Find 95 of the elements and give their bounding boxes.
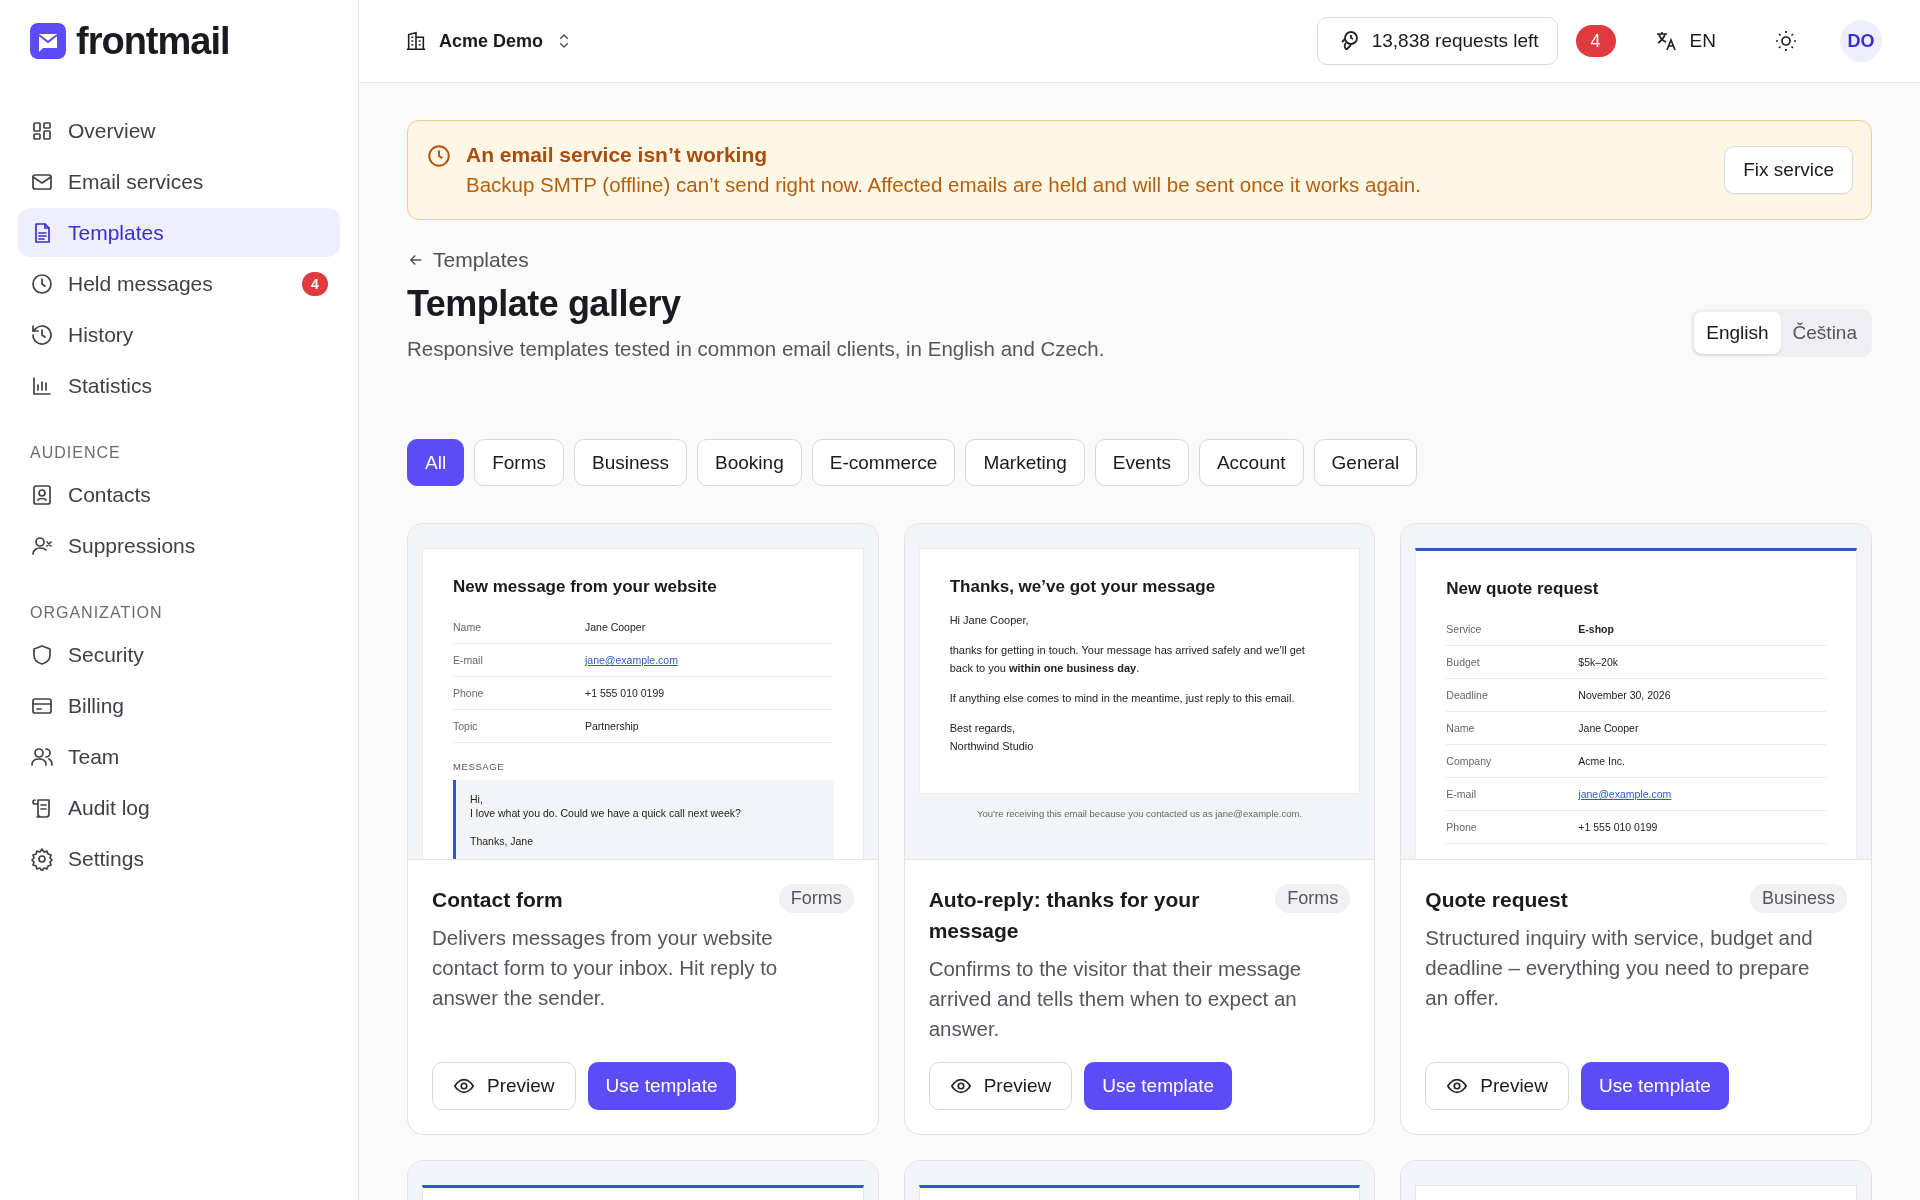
email-link[interactable]: jane@example.com: [1578, 788, 1672, 800]
sidebar-item[interactable]: Settings: [18, 834, 340, 883]
page-title: Template gallery: [407, 283, 682, 325]
nav-icon: [30, 482, 54, 507]
alert-message: Backup SMTP (offline) can’t send right now. Affected emails are held and will be sent once it works again.: [466, 173, 1422, 197]
filter-chip[interactable]: Booking: [697, 439, 802, 486]
email-paragraph: If anything else comes to mind in the meantime, just reply to this email.: [949, 691, 1296, 706]
field-label: Budget: [1446, 656, 1481, 668]
field-label: Phone: [1446, 821, 1478, 833]
field-value: +1 555 010 0199: [1578, 821, 1658, 833]
use-template-button[interactable]: Use template: [1084, 1062, 1233, 1110]
nav-icon: [30, 846, 54, 871]
field-label: Topic: [453, 720, 479, 732]
nav-icon: [30, 322, 54, 347]
filter-chip[interactable]: E-commerce: [811, 439, 956, 486]
field-label: Company: [1446, 755, 1493, 767]
sidebar-item[interactable]: Team: [18, 732, 340, 781]
logo-icon: [30, 23, 66, 59]
category-tag: Business: [1749, 884, 1847, 913]
count-badge: 4: [302, 271, 328, 296]
building-icon: [405, 30, 427, 52]
message-line: Hi, I love what you do. Could we have a quick call next week?: [470, 793, 741, 819]
alert-title: An email service isn’t working: [466, 143, 769, 167]
field-label: Service: [1446, 623, 1483, 635]
nav-icon: [30, 642, 54, 667]
sidebar-item[interactable]: Email services: [18, 157, 340, 206]
field-value: Acme Inc.: [1578, 755, 1625, 767]
sidebar-item[interactable]: Suppressions: [18, 521, 340, 570]
user-avatar[interactable]: DO: [1840, 20, 1882, 62]
field-label: Name: [1446, 722, 1476, 734]
field-value: Partnership: [585, 720, 639, 732]
sidebar-item[interactable]: Contacts: [18, 470, 340, 519]
email-paragraph: Best regards, Northwind Studio: [949, 721, 1035, 754]
field-value: $5k–20k: [1578, 656, 1619, 668]
email-heading: New quote request: [1446, 579, 1600, 599]
field-value: November 30, 2026: [1578, 689, 1671, 701]
sidebar-item[interactable]: Templates: [18, 208, 340, 257]
message-label: MESSAGE: [453, 761, 506, 772]
category-tag: Forms: [1275, 884, 1351, 913]
language-option[interactable]: Čeština: [1780, 312, 1869, 354]
organization-switcher[interactable]: Acme Demo: [405, 30, 574, 52]
message-line: Thanks, Jane: [470, 835, 534, 847]
clock-icon: [426, 143, 452, 169]
field-value: +1 555 010 0199: [585, 687, 665, 699]
card-title: Quote request: [1425, 887, 1568, 913]
language-option[interactable]: English: [1694, 312, 1781, 354]
filter-chip[interactable]: Events: [1094, 439, 1189, 486]
field-label: Phone: [453, 687, 485, 699]
nav-icon: [30, 271, 54, 296]
filter-chip[interactable]: All: [407, 439, 465, 486]
back-link[interactable]: Templates: [407, 248, 529, 272]
email-heading: Thanks, we’ve got your message: [949, 577, 1217, 597]
logo-text: frontmail: [76, 22, 230, 60]
category-tag: Forms: [778, 884, 854, 913]
preview-button[interactable]: Preview: [432, 1062, 576, 1110]
sidebar-item[interactable]: Held messages 4: [18, 259, 340, 308]
sidebar-item[interactable]: Statistics: [18, 361, 340, 410]
sidebar-item[interactable]: Overview: [18, 106, 340, 155]
card-title: Auto-reply: thanks for your message: [928, 887, 1201, 944]
sidebar-item[interactable]: History: [18, 310, 340, 359]
preview-button[interactable]: Preview: [928, 1062, 1073, 1110]
preview-button[interactable]: Preview: [1425, 1062, 1569, 1110]
field-value: E-shop: [1578, 623, 1614, 635]
card-description: Delivers messages from your website contact form to your inbox. Hit reply to answer the sender.: [432, 925, 779, 1011]
notification-badge[interactable]: 4: [1575, 25, 1616, 57]
field-value: Jane Cooper: [585, 621, 646, 633]
filter-chip[interactable]: General: [1313, 439, 1418, 486]
page-subtitle: Responsive templates tested in common email clients, in English and Czech.: [407, 337, 1105, 361]
language-button[interactable]: EN: [1647, 28, 1722, 54]
sidebar-item[interactable]: Audit log: [18, 783, 340, 832]
section-heading: ORGANIZATION: [29, 603, 164, 623]
requests-button[interactable]: 13,838 requests left: [1316, 17, 1558, 65]
use-template-button[interactable]: Use template: [587, 1062, 736, 1110]
filter-chip[interactable]: Account: [1198, 439, 1304, 486]
card-description: Structured inquiry with service, budget and deadline – everything you need to prepare an offer.: [1425, 925, 1814, 1011]
use-template-button[interactable]: Use template: [1580, 1062, 1729, 1110]
email-paragraph: thanks for getting in touch. Your message has arrived safely and we’ll get back to you within one business day.: [949, 643, 1306, 676]
field-label: Deadline: [1446, 689, 1489, 701]
field-label: E-mail: [1446, 788, 1478, 800]
sidebar-item[interactable]: Billing: [18, 681, 340, 730]
field-label: Name: [453, 621, 482, 633]
sidebar-item[interactable]: Security: [18, 630, 340, 679]
filter-chip[interactable]: Marketing: [965, 439, 1085, 486]
field-label: E-mail: [453, 654, 484, 666]
card-title: Contact form: [432, 887, 563, 913]
email-heading: New message from your website: [453, 577, 718, 597]
section-heading: AUDIENCE: [29, 443, 122, 463]
field-value: Jane Cooper: [1578, 722, 1639, 734]
email-paragraph: Hi Jane Cooper,: [949, 613, 1030, 628]
fix-service-button[interactable]: Fix service: [1724, 146, 1853, 194]
card-description: Confirms to the visitor that their message arrived and tells them when to expect an answer.: [928, 956, 1303, 1042]
email-link[interactable]: jane@example.com: [585, 654, 678, 666]
email-footer: You’re receiving this email because you contacted us as jane@example.com.: [918, 794, 1361, 819]
filter-chip[interactable]: Business: [573, 439, 688, 486]
filter-chip[interactable]: Forms: [474, 439, 564, 486]
